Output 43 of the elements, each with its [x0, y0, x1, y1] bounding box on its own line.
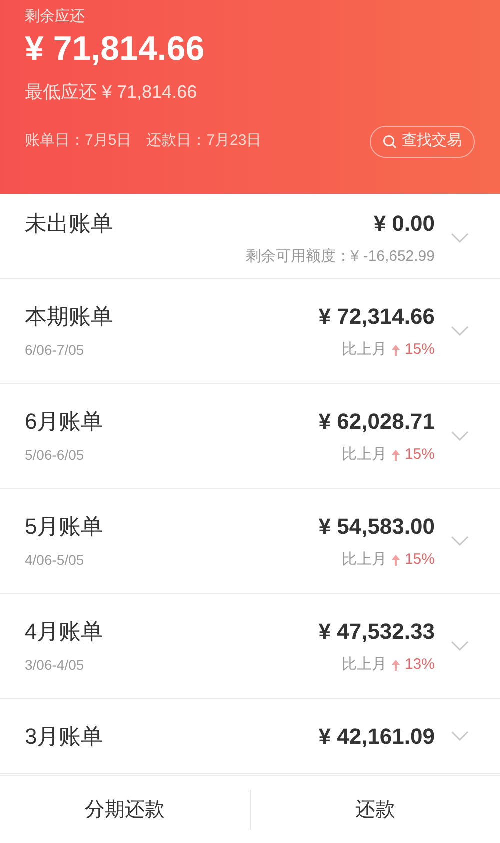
bill-title: 6月账单: [25, 408, 104, 436]
change-percent: 13%: [404, 655, 435, 676]
available-credit: 剩余可用额度：¥ -16,652.99: [246, 246, 435, 267]
remaining-amount: ¥ 71,814.66: [25, 28, 206, 68]
repay-button[interactable]: 还款: [250, 776, 500, 843]
change-percent: 15%: [404, 340, 435, 360]
chevron-down-icon: [450, 430, 470, 442]
bill-title: 未出账单: [25, 210, 113, 238]
chevron-down-icon: [450, 232, 470, 244]
due-date: 还款日：7月23日: [146, 131, 262, 152]
installment-button[interactable]: 分期还款: [0, 776, 250, 843]
bill-period: 5/06-6/05: [25, 446, 84, 465]
compare-label: 比上月: [342, 655, 387, 676]
bill-period: 3/06-4/05: [25, 656, 84, 675]
arrow-up-icon: [392, 660, 400, 671]
bill-title: 4月账单: [25, 618, 104, 646]
bill-amount: ¥ 47,532.33: [318, 618, 435, 646]
bill-title: 5月账单: [25, 513, 104, 542]
chevron-down-icon: [450, 730, 470, 742]
bill-date: 账单日：7月5日: [25, 131, 132, 152]
compare-label: 比上月: [342, 445, 387, 466]
bill-title: 本期账单: [25, 303, 113, 332]
chevron-down-icon: [450, 640, 470, 652]
chevron-down-icon: [450, 325, 470, 337]
compare-label: 比上月: [342, 340, 387, 360]
bill-title: 3月账单: [25, 722, 104, 750]
bill-amount: ¥ 72,314.66: [318, 303, 435, 332]
bill-period: 6/06-7/05: [25, 341, 84, 360]
search-icon: [383, 134, 397, 148]
compare-label: 比上月: [342, 550, 387, 570]
change-percent: 15%: [404, 550, 435, 570]
arrow-up-icon: [392, 345, 400, 356]
arrow-up-icon: [392, 555, 400, 566]
arrow-up-icon: [392, 450, 400, 461]
bill-period: 4/06-5/05: [25, 551, 84, 570]
bill-amount: ¥ 42,161.09: [318, 722, 435, 750]
chevron-down-icon: [450, 535, 470, 547]
bill-amount: ¥ 54,583.00: [318, 513, 435, 542]
remaining-label: 剩余应还: [25, 7, 86, 27]
change-percent: 15%: [404, 445, 435, 466]
bill-amount: ¥ 0.00: [374, 210, 435, 238]
minimum-payment: 最低应还 ¥ 71,814.66: [25, 80, 198, 104]
bill-amount: ¥ 62,028.71: [318, 408, 435, 436]
